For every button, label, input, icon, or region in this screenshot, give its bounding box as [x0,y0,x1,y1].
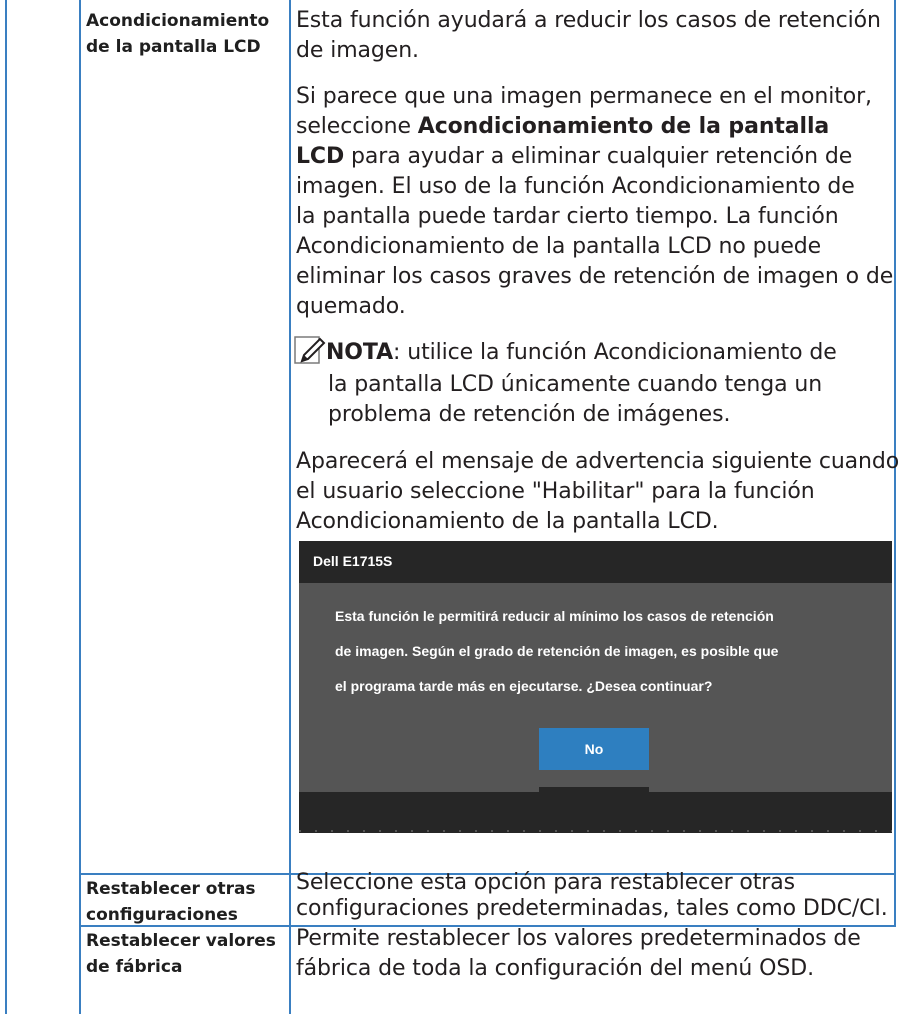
pencil-note-icon [294,336,326,364]
osd-footer-bar [299,792,892,833]
osd-footer-dots [299,830,892,832]
osd-title: Dell E1715S [313,553,393,569]
osd-message: Esta función le permitirá reducir al mín… [335,608,779,694]
table-border-left [5,0,7,1014]
table-border-col1 [79,0,81,1014]
no-button[interactable]: No [539,728,649,770]
note-block: NOTA: utilice la función Acondicionamien… [326,340,837,365]
osd-warning-dialog: Dell E1715S Esta función le permitirá re… [299,541,892,833]
row-label-reset-other: Restablecer otras configuraciones [86,879,256,925]
table-border-col2 [289,0,291,1014]
lcd-description-intro: Esta función ayudará a reducir los casos… [296,8,881,63]
factory-reset-description: Permite restablecer los valores predeter… [296,926,861,981]
lcd-description-details: Si parece que una imagen permanece en el… [296,84,894,319]
row-label-factory-reset: Restablecer valores de fábrica [86,931,276,977]
settings-table: Acondicionamiento de la pantalla LCD Est… [0,0,901,1014]
note-block-continued: la pantalla LCD únicamente cuando tenga … [328,372,823,427]
lcd-warning-intro: Aparecerá el mensaje de advertencia sigu… [296,449,900,534]
osd-title-bar: Dell E1715S [299,541,892,583]
row-label-lcd-conditioning: Acondicionamiento de la pantalla LCD [86,11,270,57]
reset-other-description: Seleccione esta opción para restablecer … [296,870,888,921]
